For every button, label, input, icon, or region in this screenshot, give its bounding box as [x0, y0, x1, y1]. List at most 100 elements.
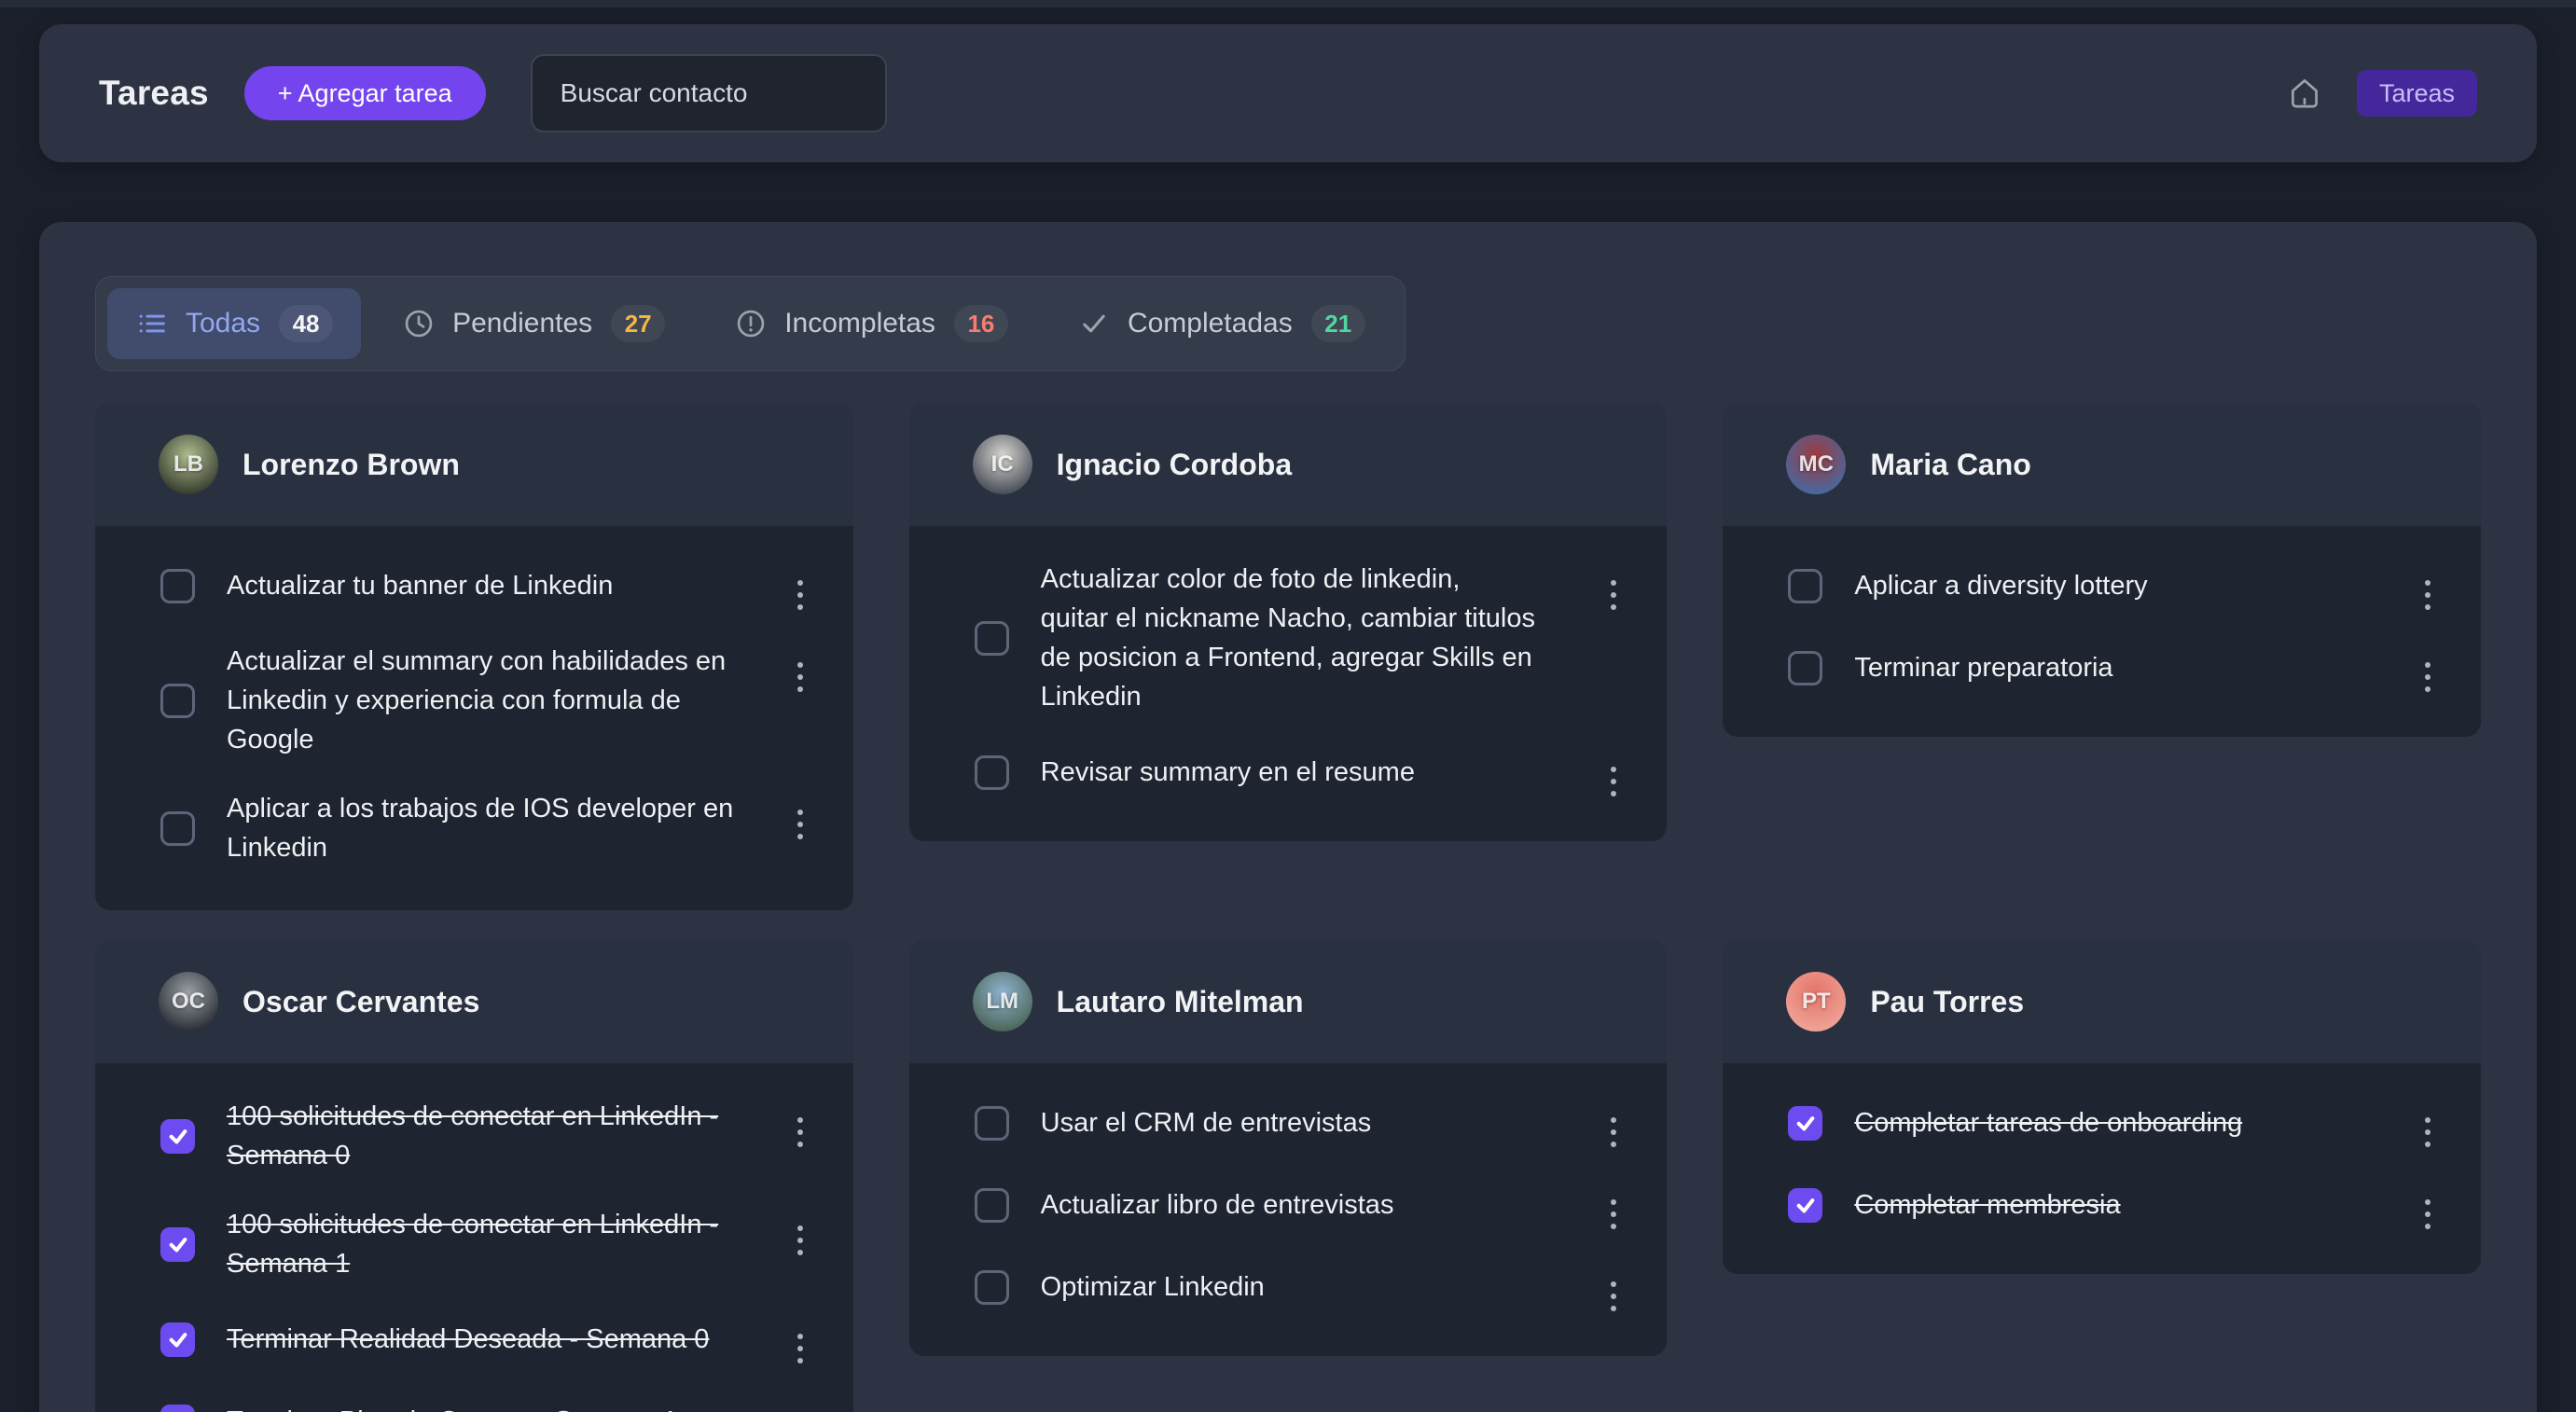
- task-row: Actualizar color de foto de linkedin, qu…: [975, 545, 1625, 731]
- task-row: Actualizar el summary con habilidades en…: [160, 627, 810, 774]
- contact-card-header: OC Oscar Cervantes: [95, 940, 853, 1063]
- task-checkbox[interactable]: [975, 621, 1009, 656]
- task-checkbox[interactable]: [160, 684, 195, 718]
- contact-card: IC Ignacio Cordoba Actualizar color de f…: [909, 403, 1668, 841]
- task-label: Terminar preparatoria: [1854, 648, 2386, 687]
- task-row: Actualizar tu banner de Linkedin: [160, 545, 810, 627]
- add-task-button[interactable]: + Agregar tarea: [244, 66, 486, 120]
- alert-circle-icon: [734, 307, 768, 340]
- task-checkbox[interactable]: [160, 1227, 195, 1262]
- task-checkbox[interactable]: [160, 1405, 195, 1412]
- task-checkbox[interactable]: [1788, 1188, 1822, 1223]
- task-label: Terminar Plan de Carrera - Semana 1: [227, 1402, 758, 1412]
- kebab-menu-icon[interactable]: [790, 1225, 810, 1255]
- tab-count-badge: 48: [279, 305, 333, 342]
- kebab-menu-icon[interactable]: [1603, 1117, 1624, 1147]
- kebab-menu-icon[interactable]: [1603, 767, 1624, 796]
- task-row: Terminar Realidad Deseada - Semana 0: [160, 1298, 810, 1380]
- kebab-menu-icon[interactable]: [2417, 580, 2438, 610]
- search-contact-input[interactable]: [531, 54, 887, 132]
- tab-incompletas[interactable]: Incompletas 16: [706, 288, 1036, 359]
- task-checkbox[interactable]: [975, 1188, 1009, 1223]
- task-checkbox[interactable]: [160, 811, 195, 846]
- task-checkbox[interactable]: [975, 755, 1009, 790]
- avatar: PT: [1786, 972, 1846, 1031]
- task-checkbox[interactable]: [975, 1106, 1009, 1141]
- task-label: Actualizar tu banner de Linkedin: [227, 566, 758, 605]
- clock-icon: [402, 307, 436, 340]
- contact-card-header: MC Maria Cano: [1723, 403, 2481, 526]
- contact-card-header: LB Lorenzo Brown: [95, 403, 853, 526]
- task-row: Completar membresia: [1788, 1164, 2438, 1246]
- contact-name: Pau Torres: [1870, 985, 2024, 1019]
- kebab-menu-icon[interactable]: [2417, 1199, 2438, 1229]
- tab-todas[interactable]: Todas 48: [107, 288, 361, 359]
- task-label: Actualizar libro de entrevistas: [1041, 1185, 1572, 1225]
- task-row: Terminar Plan de Carrera - Semana 1: [160, 1380, 810, 1412]
- contact-card: PT Pau Torres Completar tareas de onboar…: [1723, 940, 2481, 1274]
- kebab-menu-icon[interactable]: [790, 1334, 810, 1364]
- task-checkbox[interactable]: [975, 1270, 1009, 1305]
- window-top-strip: [0, 0, 2576, 7]
- kebab-menu-icon[interactable]: [2417, 662, 2438, 692]
- task-label: Completar tareas de onboarding: [1854, 1103, 2386, 1142]
- contact-name: Lorenzo Brown: [242, 448, 460, 482]
- tabs-bar: Todas 48 Pendientes 27: [95, 276, 1406, 371]
- kebab-menu-icon[interactable]: [1603, 1281, 1624, 1311]
- page-title: Tareas: [99, 74, 209, 113]
- kebab-menu-icon[interactable]: [790, 580, 810, 610]
- kebab-menu-icon[interactable]: [790, 662, 810, 692]
- kebab-menu-icon[interactable]: [1603, 1199, 1624, 1229]
- tab-completadas[interactable]: Completadas 21: [1049, 288, 1393, 359]
- task-row: Optimizar Linkedin: [975, 1246, 1625, 1328]
- task-label: Optimizar Linkedin: [1041, 1267, 1572, 1307]
- task-row: Terminar preparatoria: [1788, 627, 2438, 709]
- kebab-menu-icon[interactable]: [2417, 1117, 2438, 1147]
- tab-pendientes[interactable]: Pendientes 27: [374, 288, 693, 359]
- task-label: Actualizar color de foto de linkedin, qu…: [1041, 560, 1572, 716]
- tasks-panel: Todas 48 Pendientes 27: [39, 222, 2537, 1412]
- task-label: Terminar Realidad Deseada - Semana 0: [227, 1320, 758, 1359]
- task-checkbox[interactable]: [1788, 1106, 1822, 1141]
- contact-card-header: LM Lautaro Mitelman: [909, 940, 1668, 1063]
- contact-card: LM Lautaro Mitelman Usar el CRM de entre…: [909, 940, 1668, 1356]
- tab-count-badge: 21: [1311, 305, 1365, 342]
- task-row: Aplicar a diversity lottery: [1788, 545, 2438, 627]
- task-row: Usar el CRM de entrevistas: [975, 1082, 1625, 1164]
- kebab-menu-icon[interactable]: [790, 810, 810, 839]
- nav-tareas-badge[interactable]: Tareas: [2357, 70, 2477, 117]
- task-checkbox[interactable]: [160, 1322, 195, 1357]
- contact-card: MC Maria Cano Aplicar a diversity lotter…: [1723, 403, 2481, 737]
- contact-name: Maria Cano: [1870, 448, 2030, 482]
- contact-name: Oscar Cervantes: [242, 985, 479, 1019]
- avatar: OC: [159, 972, 218, 1031]
- contact-card-header: PT Pau Torres: [1723, 940, 2481, 1063]
- avatar: MC: [1786, 435, 1846, 494]
- list-icon: [135, 307, 169, 340]
- task-label: 100 solicitudes de conectar en LinkedIn …: [227, 1205, 758, 1283]
- contact-name: Ignacio Cordoba: [1057, 448, 1292, 482]
- task-list: Usar el CRM de entrevistas Actualizar li…: [909, 1063, 1668, 1356]
- home-icon[interactable]: [2284, 73, 2325, 114]
- kebab-menu-icon[interactable]: [790, 1117, 810, 1147]
- contacts-grid: LB Lorenzo Brown Actualizar tu banner de…: [95, 403, 2481, 1412]
- avatar: IC: [973, 435, 1032, 494]
- task-checkbox[interactable]: [1788, 651, 1822, 685]
- task-row: Actualizar libro de entrevistas: [975, 1164, 1625, 1246]
- contact-card-header: IC Ignacio Cordoba: [909, 403, 1668, 526]
- contact-card: OC Oscar Cervantes 100 solicitudes de co…: [95, 940, 853, 1412]
- tab-count-badge: 27: [611, 305, 665, 342]
- check-icon: [1077, 307, 1111, 340]
- contact-card: LB Lorenzo Brown Actualizar tu banner de…: [95, 403, 853, 910]
- task-label: Completar membresia: [1854, 1185, 2386, 1225]
- avatar: LB: [159, 435, 218, 494]
- task-checkbox[interactable]: [160, 569, 195, 603]
- task-checkbox[interactable]: [1788, 569, 1822, 603]
- task-checkbox[interactable]: [160, 1119, 195, 1154]
- contact-name: Lautaro Mitelman: [1057, 985, 1304, 1019]
- task-label: Revisar summary en el resume: [1041, 753, 1572, 792]
- task-list: Actualizar color de foto de linkedin, qu…: [909, 526, 1668, 841]
- task-label: Aplicar a diversity lottery: [1854, 566, 2386, 605]
- task-list: Aplicar a diversity lottery Terminar pre…: [1723, 526, 2481, 737]
- kebab-menu-icon[interactable]: [1603, 580, 1624, 610]
